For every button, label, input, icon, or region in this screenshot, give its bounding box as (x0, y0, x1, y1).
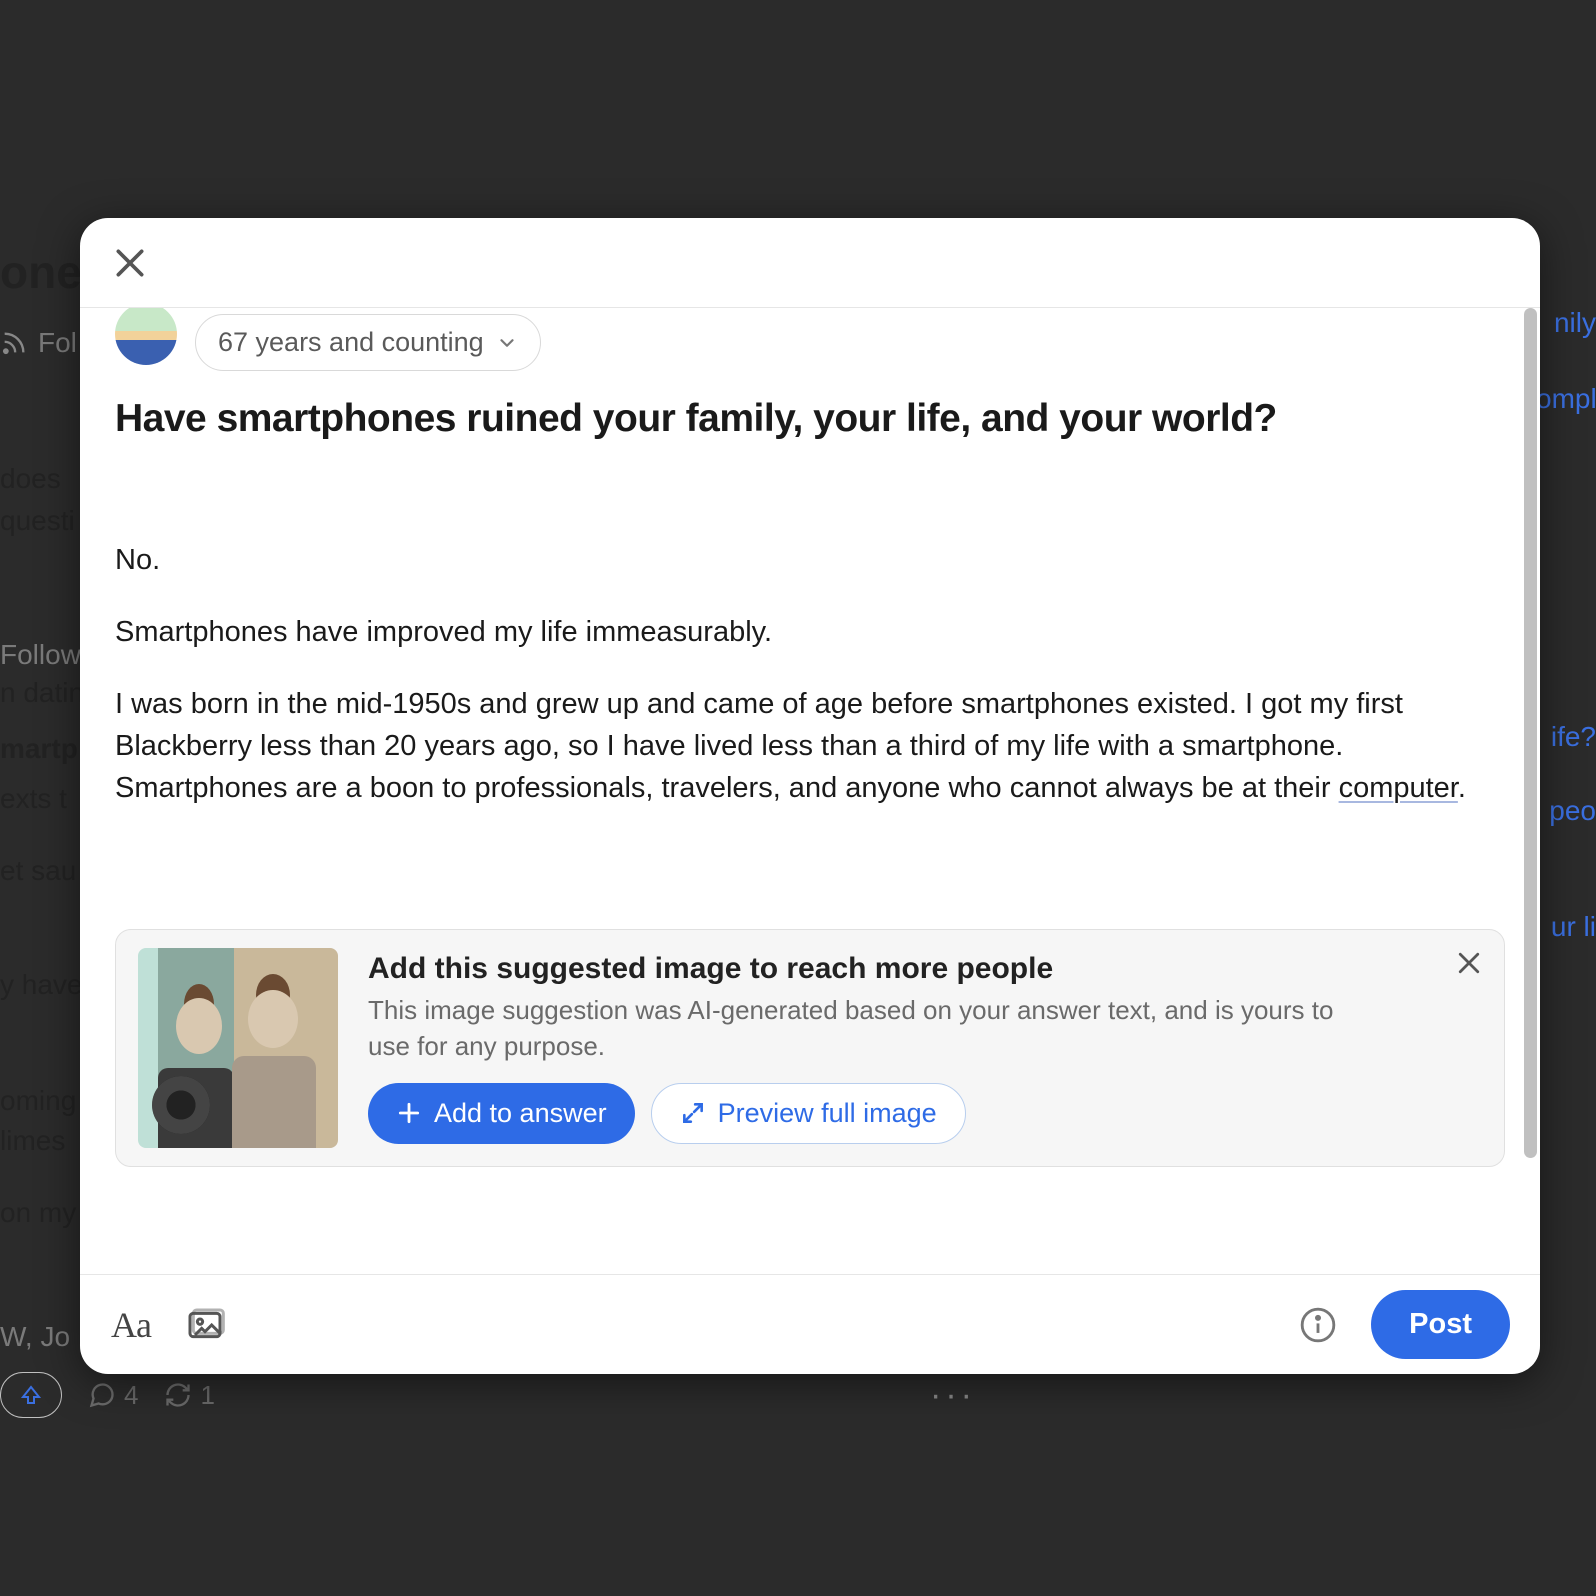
suggestion-text: Add this suggested image to reach more p… (368, 948, 1482, 1148)
modal-header (80, 218, 1540, 308)
add-to-answer-button[interactable]: Add to answer (368, 1083, 635, 1144)
bg-reshare-number: 1 (200, 1376, 214, 1415)
suggestion-subtitle: This image suggestion was AI-generated b… (368, 992, 1378, 1065)
info-icon (1299, 1306, 1337, 1344)
image-icon (185, 1305, 225, 1345)
bg-title-fragment: ones (0, 238, 90, 307)
scrollbar-thumb[interactable] (1524, 308, 1537, 1158)
text-format-button[interactable]: Aa (110, 1304, 152, 1346)
bg-text: oming (0, 1080, 90, 1122)
post-button[interactable]: Post (1371, 1290, 1510, 1359)
add-to-answer-label: Add to answer (434, 1098, 607, 1129)
suggestion-close-button[interactable] (1454, 948, 1484, 978)
bg-text: y have (0, 964, 90, 1006)
bg-text: martp (0, 728, 90, 770)
bg-follow-row: Fol (0, 322, 90, 364)
answer-paragraph: I was born in the mid-1950s and grew up … (115, 683, 1505, 809)
modal-body: 67 years and counting Have smartphones r… (80, 308, 1540, 1274)
credential-selector[interactable]: 67 years and counting (195, 314, 541, 371)
post-label: Post (1409, 1308, 1472, 1340)
bg-upvote-pill (0, 1372, 62, 1418)
bg-text: limes (0, 1120, 90, 1162)
bg-text: W, Jo (0, 1316, 90, 1358)
bg-reshare-count: 1 (164, 1376, 214, 1415)
bg-text: does (0, 458, 90, 500)
comment-icon (88, 1381, 116, 1409)
info-button[interactable] (1297, 1304, 1339, 1346)
answer-editor-modal: 67 years and counting Have smartphones r… (80, 218, 1540, 1374)
bg-link: ompl (1536, 378, 1596, 420)
preview-label: Preview full image (718, 1098, 937, 1129)
preview-full-image-button[interactable]: Preview full image (651, 1083, 966, 1144)
answer-paragraph: No. (115, 539, 1505, 581)
bg-link: ur li (1536, 906, 1596, 948)
bg-text: et sau (0, 850, 90, 892)
bg-link: nily (1536, 302, 1596, 344)
bg-link: ife? (1536, 716, 1596, 758)
answer-link[interactable]: computer (1339, 772, 1458, 804)
scrollbar[interactable] (1524, 308, 1537, 1274)
bg-action-row: 4 1 ··· (0, 1372, 215, 1418)
modal-footer: Aa Post (80, 1274, 1540, 1374)
suggestion-thumbnail (138, 948, 338, 1148)
bg-more: ··· (930, 1370, 976, 1421)
bg-text: n datin (0, 672, 90, 714)
question-title: Have smartphones ruined your family, you… (115, 395, 1505, 444)
bg-comment-number: 4 (124, 1376, 138, 1415)
close-icon (1454, 948, 1484, 978)
bg-text: exts t (0, 778, 90, 820)
upvote-icon (19, 1383, 43, 1407)
plus-icon (396, 1100, 422, 1126)
rss-icon (0, 329, 28, 357)
close-icon (110, 243, 150, 283)
close-button[interactable] (110, 243, 150, 283)
expand-icon (680, 1100, 706, 1126)
suggestion-title: Add this suggested image to reach more p… (368, 952, 1482, 986)
suggestion-actions: Add to answer Preview full image (368, 1083, 1482, 1144)
bg-comment-count: 4 (88, 1376, 138, 1415)
avatar (115, 308, 177, 365)
answer-editor[interactable]: No. Smartphones have improved my life im… (115, 539, 1505, 809)
image-suggestion-card: Add this suggested image to reach more p… (115, 929, 1505, 1167)
credential-text: 67 years and counting (218, 327, 484, 358)
bg-follow-text: Fol (38, 322, 77, 364)
answer-text: I was born in the mid-1950s and grew up … (115, 688, 1403, 804)
chevron-down-icon (496, 332, 518, 354)
bg-text: questi (0, 500, 90, 542)
bg-text: Follow (0, 634, 90, 676)
bg-text: on my (0, 1192, 90, 1234)
insert-image-button[interactable] (184, 1304, 226, 1346)
author-row: 67 years and counting (115, 314, 1505, 371)
answer-text: . (1458, 772, 1466, 804)
answer-paragraph: Smartphones have improved my life immeas… (115, 611, 1505, 653)
reshare-icon (164, 1381, 192, 1409)
bg-link: peo (1536, 790, 1596, 832)
